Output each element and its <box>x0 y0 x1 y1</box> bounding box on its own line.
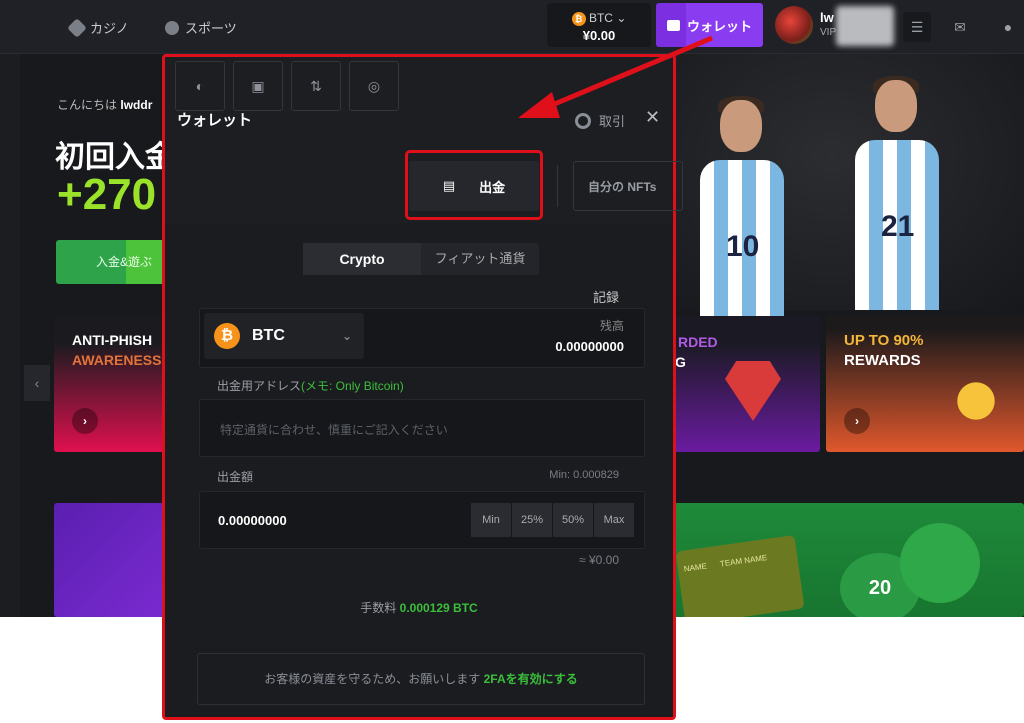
redacted-name <box>836 6 894 46</box>
balance-amount: ¥0.00 <box>582 27 616 43</box>
crown-icon <box>725 361 781 421</box>
nav-label: スポーツ <box>185 21 237 36</box>
btc-icon: ₿ <box>571 11 586 26</box>
promo-card-anti-phishing[interactable]: ANTI-PHISH AWARENESS › <box>54 316 164 452</box>
player: 21 <box>855 76 939 310</box>
cash-icon: ▣ <box>251 77 265 94</box>
max-button[interactable]: Max <box>594 503 634 537</box>
helmet-icon <box>900 523 980 603</box>
hero-players-image: 10 21 <box>640 54 1024 330</box>
balance-value: 0.00000000 <box>555 339 624 354</box>
amount-input[interactable]: 0.00000000 <box>218 513 287 528</box>
chevron-down-icon: ⌄ <box>341 329 352 343</box>
trade-button[interactable]: 取引 <box>575 111 625 130</box>
modal-title: ウォレット <box>177 112 253 129</box>
avatar[interactable] <box>775 6 813 44</box>
sidebar <box>0 54 20 617</box>
currency-type-toggle: Crypto フィアット通貨 <box>303 243 539 275</box>
nav-sports[interactable]: スポーツ <box>165 18 237 37</box>
btc-icon: ₿ <box>214 323 240 349</box>
top-bar: カジノ スポーツ ₿ BTC ⌄ ¥0.00 ウォレット lw VIP ☰ ✉ … <box>0 0 1024 54</box>
vault-icon: ◎ <box>367 77 381 94</box>
tab-swap[interactable]: ⇅ <box>291 61 341 111</box>
twofa-notice: お客様の資産を守るため、お願いします 2FAを有効にする <box>197 653 645 705</box>
coin-selector-row: ₿ BTC ⌄ 残高 0.00000000 <box>199 308 645 368</box>
wallet-button[interactable]: ウォレット <box>656 3 763 47</box>
close-icon[interactable]: ✕ <box>645 107 660 128</box>
min-amount: Min: 0.000829 <box>549 469 619 481</box>
tab-vault[interactable]: ◎ <box>349 61 399 111</box>
balance-label: 残高 <box>599 319 624 333</box>
wallet-modal: ウォレット 取引 ✕ ◐ ▣ ⇅ ◎ ▤ 出金 自分の NFTs Crypto フ… <box>162 54 683 720</box>
vip-level: VIP <box>820 27 837 38</box>
carousel-prev-button[interactable]: ‹ <box>24 365 50 401</box>
greeting: こんにちは lwddr <box>57 98 153 112</box>
divider <box>557 165 558 207</box>
min-button[interactable]: Min <box>471 503 511 537</box>
tab-deposit[interactable]: ◐ <box>175 61 225 111</box>
balance-selector[interactable]: ₿ BTC ⌄ ¥0.00 <box>547 3 651 47</box>
records-link[interactable]: 記録 <box>593 287 619 306</box>
trade-icon <box>575 112 591 129</box>
balance-currency: BTC <box>588 11 613 25</box>
address-input[interactable]: 特定通貨に合わせ、慎重にご記入ください <box>199 399 645 457</box>
address-label: 出金用アドレス(メモ: Only Bitcoin) <box>217 379 404 393</box>
chevron-right-icon[interactable]: › <box>72 408 98 434</box>
rocket-icon <box>946 366 1006 436</box>
annotation-highlight-box <box>405 150 543 220</box>
coin-dropdown[interactable]: ₿ BTC ⌄ <box>204 313 364 359</box>
mail-icon[interactable]: ✉ <box>946 12 974 42</box>
player: 10 <box>700 96 784 330</box>
hero-bonus: +270 <box>57 170 157 219</box>
amount-field[interactable]: 0.00000000 Min 25% 50% Max <box>199 491 645 549</box>
fee-info: 手数料 0.000129 BTC <box>360 601 478 615</box>
25-percent-button[interactable]: 25% <box>512 503 552 537</box>
amount-label: 出金額 <box>217 470 254 484</box>
piggy-bank-icon: ◐ <box>195 78 205 94</box>
withdraw-panel: Crypto フィアット通貨 記録 ₿ BTC ⌄ 残高 0.00000000 出金… <box>165 223 673 717</box>
tab-my-nfts[interactable]: 自分の NFTs <box>573 161 683 211</box>
chevron-right-icon[interactable]: › <box>844 408 870 434</box>
swap-icon: ⇅ <box>310 77 322 94</box>
segment-fiat[interactable]: フィアット通貨 <box>421 243 539 275</box>
diamond-icon <box>67 17 87 38</box>
wallet-label: ウォレット <box>686 18 752 34</box>
promo-card-casino[interactable] <box>54 503 164 617</box>
bell-icon[interactable]: ● <box>994 12 1022 42</box>
50-percent-button[interactable]: 50% <box>553 503 593 537</box>
promo-card-vip[interactable]: RDED G <box>670 316 820 452</box>
fiat-estimate: ≈ ¥0.00 <box>579 553 619 567</box>
nav-label: カジノ <box>90 21 129 36</box>
sports-icon <box>165 20 179 35</box>
tab-buy[interactable]: ▣ <box>233 61 283 111</box>
nav-casino[interactable]: カジノ <box>67 17 129 38</box>
deposit-play-button[interactable]: 入金&遊ぶ <box>56 240 166 284</box>
wallet-icon <box>666 19 680 31</box>
sports-banner[interactable]: NAME TEAM NAME 20 <box>670 503 1024 617</box>
enable-2fa-link[interactable]: 2FAを有効にする <box>484 672 578 686</box>
segment-crypto[interactable]: Crypto <box>303 243 421 275</box>
promo-card-rewards[interactable]: UP TO 90% REWARDS › <box>826 316 1024 452</box>
username: lw <box>820 10 834 25</box>
menu-icon[interactable]: ☰ <box>903 12 931 42</box>
scoreboard: NAME TEAM NAME <box>675 535 805 617</box>
chevron-down-icon: ⌄ <box>616 11 627 25</box>
